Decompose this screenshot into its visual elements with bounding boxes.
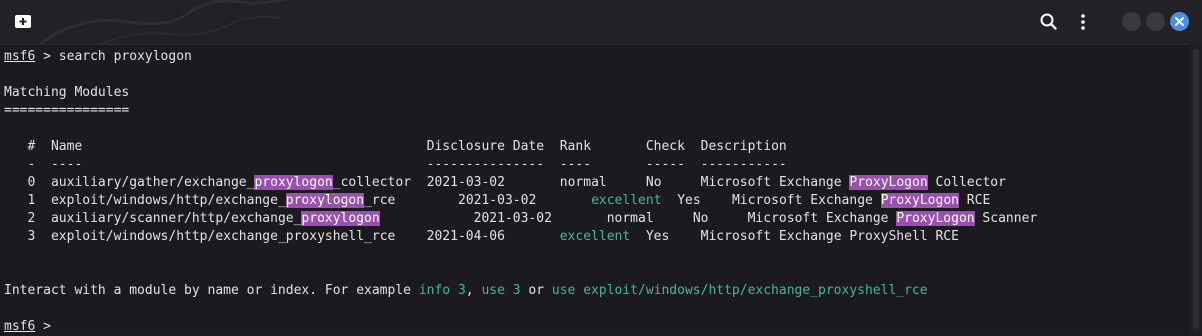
maximize-button[interactable]: [1146, 12, 1165, 31]
search-match-highlight: ProxyLogon: [896, 211, 975, 226]
hint-command-info: info 3: [418, 283, 466, 298]
module-0-num: 0: [27, 175, 36, 190]
module-2-rank: normal: [606, 211, 654, 226]
module-3-num: 3: [27, 229, 36, 244]
module-2-name: auxiliary/scanner/http/exchange_proxylog…: [50, 211, 380, 226]
module-3-rank: excellent: [559, 229, 631, 244]
col-num-header: #: [27, 139, 36, 154]
hint-separator: ,: [465, 283, 482, 298]
module-2-desc: Microsoft Exchange ProxyLogon Scanner: [747, 211, 1038, 226]
entered-command: search proxylogon: [58, 49, 192, 64]
col-desc-header: Description: [700, 139, 787, 154]
title-bar: [0, 0, 1202, 44]
terminal-scrollbar[interactable]: [1190, 45, 1202, 334]
scrollbar-thumb[interactable]: [1193, 49, 1199, 329]
module-0-check: No: [645, 175, 662, 190]
section-title: Matching Modules: [4, 85, 130, 100]
close-button[interactable]: [1170, 12, 1189, 31]
search-match-highlight: proxylogon: [254, 175, 333, 190]
prompt-arrow: >: [35, 49, 59, 64]
hint-command-use-path: use exploit/windows/http/exchange_proxys…: [551, 283, 928, 298]
col-check-header: Check: [645, 139, 685, 154]
col-date-header: Disclosure Date: [426, 139, 545, 154]
kali-dragon-logo: [40, 0, 287, 44]
col-name-header: Name: [50, 139, 83, 154]
module-3-name: exploit/windows/http/exchange_proxyshell…: [50, 229, 396, 244]
search-match-highlight: ProxyLogon: [849, 175, 928, 190]
module-2-date: 2021-03-02: [473, 211, 552, 226]
module-0-rank: normal: [559, 175, 607, 190]
final-prompt-name: msf6: [4, 319, 36, 334]
search-match-highlight: ProxyLogon: [880, 193, 959, 208]
final-prompt-arrow: >: [35, 319, 59, 334]
close-icon: [1175, 17, 1184, 26]
module-1-desc: Microsoft Exchange ProxyLogon RCE: [731, 193, 991, 208]
module-0-name: auxiliary/gather/exchange_proxylogon_col…: [50, 175, 412, 190]
col-check-dashes: -----: [645, 157, 685, 172]
kebab-menu-icon[interactable]: [1072, 11, 1094, 33]
module-3-check: Yes: [645, 229, 670, 244]
col-desc-dashes: -----------: [700, 157, 787, 172]
module-3-date: 2021-04-06: [426, 229, 505, 244]
search-match-highlight: proxylogon: [285, 193, 365, 208]
new-tab-icon[interactable]: [14, 13, 34, 31]
module-1-name: exploit/windows/http/exchange_proxylogon…: [50, 193, 396, 208]
module-1-num: 1: [27, 193, 36, 208]
search-icon[interactable]: [1038, 11, 1060, 33]
module-3-desc: Microsoft Exchange ProxyShell RCE: [700, 229, 959, 244]
minimize-button[interactable]: [1122, 12, 1141, 31]
section-rule: ================: [4, 103, 130, 118]
col-rank-dashes: ----: [559, 157, 592, 172]
module-1-check: Yes: [677, 193, 701, 208]
module-2-num: 2: [27, 211, 36, 226]
module-1-date: 2021-03-02: [458, 193, 537, 208]
col-num-dashes: -: [27, 157, 36, 172]
hint-text: Interact with a module by name or index.…: [4, 283, 419, 298]
module-1-rank: excellent: [591, 193, 662, 208]
terminal-text: msf6 > search proxylogon Matching Module…: [4, 48, 1037, 336]
hint-command-use-index: use 3: [481, 283, 521, 298]
module-0-desc: Microsoft Exchange ProxyLogon Collector: [700, 175, 1006, 190]
col-date-dashes: ---------------: [426, 157, 545, 172]
col-name-dashes: ----: [50, 157, 83, 172]
terminal-output-area[interactable]: msf6 > search proxylogon Matching Module…: [0, 44, 1190, 335]
module-2-check: No: [692, 211, 709, 226]
search-match-highlight: proxylogon: [301, 211, 380, 226]
module-0-date: 2021-03-02: [426, 175, 505, 190]
col-rank-header: Rank: [559, 139, 592, 154]
hint-separator: or: [520, 283, 552, 298]
prompt-name: msf6: [4, 49, 36, 64]
